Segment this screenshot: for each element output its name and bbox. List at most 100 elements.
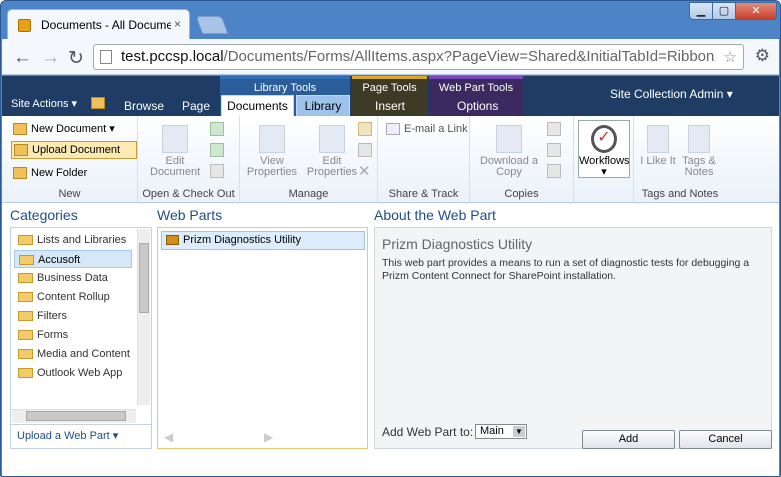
check-in-icon[interactable]: [210, 143, 224, 157]
tab-documents[interactable]: Documents: [221, 95, 294, 116]
manage-copies-icon[interactable]: [547, 143, 561, 157]
cancel-button[interactable]: Cancel: [679, 430, 772, 449]
minimize-button[interactable]: ▁: [689, 2, 713, 20]
upload-webpart-menu[interactable]: Upload a Web Part ▾: [10, 425, 152, 449]
back-icon[interactable]: ←: [13, 47, 32, 69]
scrollbar-thumb[interactable]: [139, 243, 149, 313]
tab-browse[interactable]: Browse: [124, 99, 164, 113]
email-icon: [386, 123, 400, 136]
url-text: test.pccsp.local/Documents/Forms/AllItem…: [121, 48, 716, 65]
close-window-button[interactable]: ✕: [735, 2, 777, 20]
category-label: Lists and Libraries: [37, 234, 127, 246]
edit-properties-button[interactable]: Edit Properties: [304, 125, 360, 178]
webparts-heading: Web Parts: [157, 207, 223, 223]
new-document-icon: [13, 123, 27, 136]
user-menu[interactable]: Site Collection Admin ▾: [610, 87, 733, 101]
webpart-tools-label: Web Part Tools: [438, 82, 514, 94]
view-properties-label: View Properties: [246, 155, 298, 178]
workflows-button[interactable]: ✓ Workflows ▾: [578, 120, 630, 178]
dropdown-arrow-icon: ▼: [513, 426, 525, 437]
new-tab-button[interactable]: [195, 16, 229, 34]
folder-icon: [18, 273, 33, 284]
site-actions-menu[interactable]: Site Actions ▾: [11, 97, 77, 110]
category-label: Media and Content: [37, 348, 130, 360]
category-item[interactable]: Lists and Libraries: [14, 231, 132, 249]
category-item[interactable]: Outlook Web App: [14, 364, 132, 382]
discard-check-out-icon[interactable]: [210, 164, 224, 178]
tags-notes-button[interactable]: Tags & Notes: [680, 125, 718, 178]
upload-document-button[interactable]: Upload Document: [11, 141, 138, 160]
new-folder-button[interactable]: New Folder: [13, 167, 87, 180]
tab-title: Documents - All Documen: [41, 18, 171, 32]
delete-icon[interactable]: ✕: [358, 162, 371, 180]
sharepoint-favicon-icon: [18, 19, 31, 32]
page-next-icon[interactable]: ▶: [264, 430, 273, 444]
address-bar[interactable]: test.pccsp.local/Documents/Forms/AllItem…: [93, 44, 744, 70]
forward-icon[interactable]: →: [41, 47, 60, 69]
wrench-icon[interactable]: ⚙: [755, 46, 770, 66]
tab-library[interactable]: Library: [296, 95, 350, 116]
view-properties-button[interactable]: View Properties: [244, 125, 300, 178]
category-item[interactable]: Media and Content: [14, 345, 132, 363]
i-like-it-icon: [647, 125, 669, 153]
send-to-icon[interactable]: [547, 122, 561, 136]
edit-document-icon: [162, 125, 188, 153]
new-document-button[interactable]: New Document ▾: [13, 122, 115, 136]
categories-heading: Categories: [10, 207, 78, 223]
folder-icon: [18, 330, 33, 341]
bookmark-star-icon[interactable]: ☆: [724, 48, 737, 66]
page-icon: [100, 50, 112, 64]
maximize-button[interactable]: ▢: [712, 2, 736, 20]
categories-vertical-scrollbar[interactable]: [137, 229, 150, 405]
webparts-list: Prizm Diagnostics Utility ◀ ▶: [157, 227, 368, 449]
upload-document-label: Upload Document: [32, 144, 121, 156]
email-link-label: E-mail a Link: [404, 123, 468, 135]
tab-page[interactable]: Page: [182, 99, 210, 113]
workflows-dropdown-icon: ▾: [601, 166, 607, 178]
about-heading: About the Web Part: [374, 207, 496, 223]
group-workflows: ✓ Workflows ▾: [574, 116, 634, 203]
tab-close-icon[interactable]: ×: [174, 17, 181, 31]
group-copies-label: Copies: [504, 188, 539, 200]
email-link-button[interactable]: E-mail a Link: [386, 123, 468, 136]
category-item[interactable]: Forms: [14, 326, 132, 344]
folder-icon: [18, 292, 33, 303]
folder-icon: [18, 235, 33, 246]
i-like-it-button[interactable]: I Like It: [640, 125, 676, 167]
scrollbar-thumb[interactable]: [26, 411, 126, 421]
category-label: Content Rollup: [37, 291, 110, 303]
edit-properties-label: Edit Properties: [306, 155, 358, 178]
add-to-label: Add Web Part to:: [382, 425, 474, 439]
webpart-item[interactable]: Prizm Diagnostics Utility: [161, 231, 365, 250]
edit-properties-icon: [319, 125, 345, 153]
sharepoint-ribbon-tabs: Site Actions ▾ Browse Page Library Tools…: [2, 76, 779, 116]
add-button[interactable]: Add: [582, 430, 675, 449]
category-item[interactable]: Business Data: [14, 269, 132, 287]
group-new: New Document ▾ Upload Document New Folde…: [2, 116, 138, 203]
add-to-zone-select[interactable]: Main ▼: [475, 424, 527, 439]
about-webpart-description: This web part provides a means to run a …: [382, 257, 750, 282]
categories-horizontal-scrollbar[interactable]: [12, 409, 136, 423]
page-prev-icon[interactable]: ◀: [164, 430, 173, 444]
category-item[interactable]: Filters: [14, 307, 132, 325]
category-label: Forms: [37, 329, 69, 341]
browser-tab[interactable]: Documents - All Documen ×: [7, 9, 190, 39]
category-item-selected[interactable]: Accusoft: [14, 250, 132, 268]
category-item[interactable]: Content Rollup: [14, 288, 132, 306]
category-label: Outlook Web App: [37, 367, 123, 379]
group-open-label: Open & Check Out: [142, 188, 235, 200]
permissions-icon[interactable]: [358, 143, 372, 157]
check-out-icon[interactable]: [210, 122, 224, 136]
view-properties-icon: [259, 125, 285, 153]
categories-list: Lists and Libraries Accusoft Business Da…: [10, 227, 152, 425]
reload-icon[interactable]: ↻: [68, 47, 84, 70]
edit-document-button[interactable]: Edit Document: [150, 125, 200, 178]
ribbon: New Document ▾ Upload Document New Folde…: [2, 116, 779, 203]
go-to-source-icon[interactable]: [547, 164, 561, 178]
tab-insert[interactable]: Insert: [375, 99, 405, 113]
navigate-up-icon[interactable]: [91, 97, 105, 109]
tab-options[interactable]: Options: [457, 99, 498, 113]
tags-notes-label: Tags & Notes: [682, 155, 716, 178]
version-history-icon[interactable]: [358, 122, 372, 136]
download-copy-button[interactable]: Download a Copy: [477, 125, 541, 178]
